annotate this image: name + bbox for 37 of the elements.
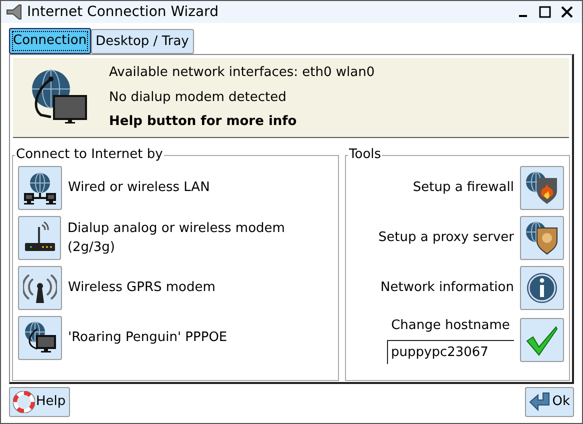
tab[interactable]: Connection (9, 28, 91, 54)
globe-network-icon (23, 171, 57, 205)
tool-label: Network information (380, 279, 514, 298)
hostname-label: Change hostname (391, 317, 510, 335)
lifebuoy-icon (13, 391, 35, 413)
globe-monitor-icon (23, 321, 57, 355)
tool-label: Setup a proxy server (378, 229, 514, 248)
tab[interactable]: Desktop / Tray (90, 29, 194, 54)
apply-button[interactable] (520, 318, 564, 362)
tool-button[interactable] (520, 266, 564, 310)
tool-label: Setup a firewall (412, 179, 514, 198)
info-text: Available network interfaces: eth0 wlan0 (109, 64, 375, 82)
option-label: Wireless GPRS modem (68, 279, 216, 298)
hostname-field[interactable]: puppypc23067 (387, 340, 514, 364)
close-icon[interactable] (560, 5, 574, 19)
connection-button[interactable] (18, 266, 62, 310)
shield-flame-icon (525, 171, 559, 205)
globe-monitor-icon (31, 68, 89, 126)
return-arrow-icon (529, 391, 552, 413)
group-title: Connect to Internet by (15, 147, 164, 163)
info-text: No dialup modem detected (109, 88, 288, 107)
tool-button[interactable] (520, 166, 564, 210)
connection-button[interactable] (18, 166, 62, 210)
tool-button[interactable] (520, 216, 564, 260)
help-button[interactable]: Help (9, 387, 70, 417)
connection-button[interactable] (18, 216, 62, 260)
maximize-icon[interactable] (538, 5, 552, 19)
option-label: Wired or wireless LAN (68, 179, 210, 198)
info-icon (525, 271, 559, 305)
help-hint: Help button for more info (109, 113, 298, 132)
shield-icon (525, 221, 559, 255)
ok-button[interactable]: Ok (525, 387, 574, 417)
option-label: Dialup analog or wireless modem (2g/3g) (67, 220, 286, 257)
plug-icon (5, 4, 23, 20)
window-title: Internet Connection Wizard (27, 2, 218, 22)
option-label: 'Roaring Penguin' PPPOE (68, 329, 228, 348)
connection-button[interactable] (18, 316, 62, 360)
